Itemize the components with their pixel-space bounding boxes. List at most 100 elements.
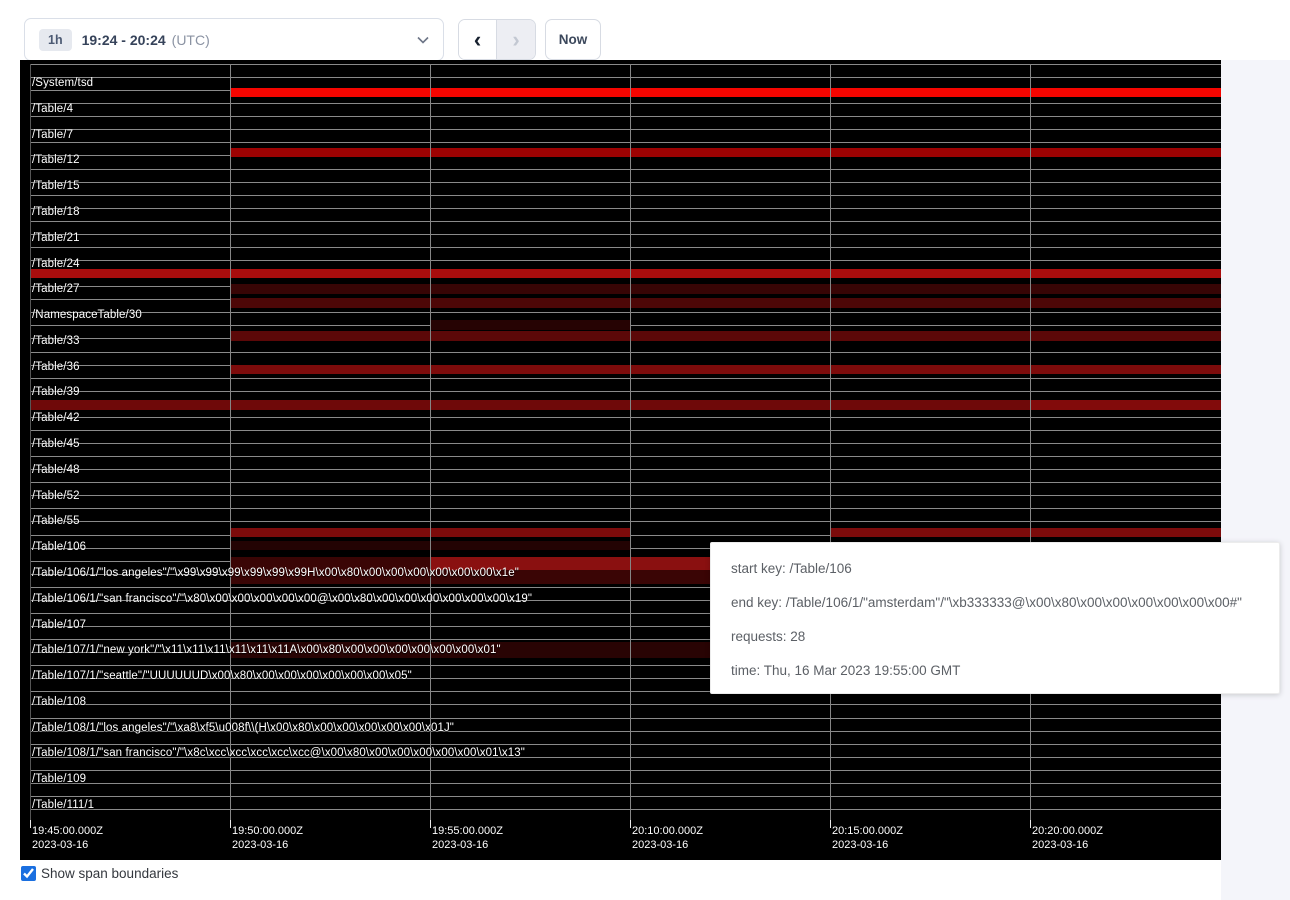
heat-band [830, 528, 1221, 537]
time-range-nav-group: ‹ › [458, 19, 536, 60]
tooltip-time: time: Thu, 16 Mar 2023 19:55:00 GMT [731, 654, 1259, 688]
time-axis-label: 19:45:00.000Z2023-03-16 [32, 824, 103, 852]
span-boundary-line [30, 142, 1221, 143]
axis-tick [230, 820, 231, 828]
span-boundary-line [30, 116, 1221, 117]
heat-band [230, 284, 1221, 294]
canvas-right-gutter [1221, 60, 1290, 900]
show-span-boundaries-label: Show span boundaries [41, 866, 178, 881]
span-boundary-line [30, 208, 1221, 209]
row-label: /Table/36 [32, 361, 80, 373]
row-label: /Table/52 [32, 490, 80, 502]
row-label: /Table/107 [32, 619, 86, 631]
heat-band [430, 320, 630, 330]
time-range-badge: 1h [39, 29, 72, 51]
row-label: /Table/27 [32, 283, 80, 295]
span-boundary-line [30, 796, 1221, 797]
span-boundary-line [30, 521, 1221, 522]
show-span-boundaries-checkbox[interactable] [21, 866, 36, 881]
axis-tick [1030, 820, 1031, 828]
time-axis-label: 19:50:00.000Z2023-03-16 [232, 824, 303, 852]
prev-range-button[interactable]: ‹ [459, 20, 497, 59]
row-label: /Table/45 [32, 438, 80, 450]
heat-band [230, 148, 1221, 157]
span-boundary-line [30, 64, 1221, 65]
row-label: /Table/108 [32, 696, 86, 708]
time-axis-label: 19:55:00.000Z2023-03-16 [432, 824, 503, 852]
row-label: /Table/12 [32, 154, 80, 166]
row-label: /Table/48 [32, 464, 80, 476]
span-boundary-line [30, 770, 1221, 771]
span-boundary-line [30, 443, 1221, 444]
chevron-down-icon [417, 36, 429, 44]
time-axis-label: 20:15:00.000Z2023-03-16 [832, 824, 903, 852]
row-label: /Table/18 [32, 206, 80, 218]
span-boundary-line [30, 417, 1221, 418]
span-boundary-line [30, 495, 1221, 496]
axis-tick [830, 820, 831, 828]
row-label: /Table/4 [32, 103, 73, 115]
span-boundary-line [30, 169, 1221, 170]
span-boundary-line [30, 352, 1221, 353]
key-visualizer-canvas[interactable]: /System/tsd/Table/4/Table/7/Table/12/Tab… [20, 60, 1221, 860]
span-boundary-line [30, 312, 1221, 313]
time-axis-label: 20:20:00.000Z2023-03-16 [1032, 824, 1103, 852]
row-label: /Table/33 [32, 335, 80, 347]
span-boundary-line [30, 744, 1221, 745]
span-boundary-line [30, 508, 1221, 509]
row-label: /Table/21 [32, 232, 80, 244]
span-tooltip: start key: /Table/106 end key: /Table/10… [710, 542, 1280, 694]
axis-tick [630, 820, 631, 828]
row-label: /Table/111/1 [32, 799, 94, 811]
row-label: /Table/39 [32, 386, 80, 398]
row-label: /Table/55 [32, 515, 80, 527]
axis-tick [30, 820, 31, 828]
row-label: /Table/106/1/"los angeles"/"\x99\x99\x99… [32, 567, 519, 579]
span-boundary-line [30, 260, 1221, 261]
time-range-selector[interactable]: 1h 19:24 - 20:24 (UTC) [24, 18, 444, 61]
span-boundary-line [30, 103, 1221, 104]
span-boundary-line [30, 129, 1221, 130]
now-button[interactable]: Now [545, 19, 601, 60]
span-boundary-line [30, 391, 1221, 392]
span-boundaries-control: Show span boundaries [21, 866, 178, 881]
span-boundary-line [30, 378, 1221, 379]
time-axis-label: 20:10:00.000Z2023-03-16 [632, 824, 703, 852]
span-boundary-line [30, 456, 1221, 457]
time-gridline [630, 64, 631, 822]
row-label: /Table/42 [32, 412, 80, 424]
span-boundary-line [30, 469, 1221, 470]
time-range-utc-suffix: (UTC) [172, 32, 210, 48]
row-label: /Table/109 [32, 773, 86, 785]
span-boundary-line [30, 718, 1221, 719]
time-gridline [30, 64, 31, 822]
tooltip-start-key: start key: /Table/106 [731, 552, 1259, 586]
row-label: /Table/108/1/"san francisco"/"\x8c\xcc\x… [32, 747, 525, 759]
row-label: /Table/106 [32, 541, 86, 553]
span-boundary-line [30, 783, 1221, 784]
span-boundary-line [30, 195, 1221, 196]
row-label: /System/tsd [32, 77, 93, 89]
time-gridline [1030, 64, 1031, 822]
axis-tick [430, 820, 431, 828]
heat-band [230, 88, 1221, 97]
span-boundary-line [30, 247, 1221, 248]
span-boundary-line [30, 221, 1221, 222]
row-label: /Table/107/1/"new york"/"\x11\x11\x11\x1… [32, 644, 501, 656]
time-gridline [430, 64, 431, 822]
heat-band [1030, 400, 1221, 410]
row-label: /Table/7 [32, 129, 73, 141]
heat-band [230, 331, 1221, 341]
span-boundary-line [30, 430, 1221, 431]
heat-band [230, 298, 1221, 308]
time-gridline [830, 64, 831, 822]
row-label: /Table/15 [32, 180, 80, 192]
next-range-button[interactable]: › [497, 20, 535, 59]
heat-band [230, 365, 1221, 374]
row-label: /NamespaceTable/30 [32, 309, 142, 321]
span-boundary-line [30, 234, 1221, 235]
span-boundary-line [30, 77, 1221, 78]
span-boundary-line [30, 809, 1221, 810]
row-label: /Table/107/1/"seattle"/"UUUUUUD\x00\x80\… [32, 670, 412, 682]
heat-band [30, 269, 1221, 278]
